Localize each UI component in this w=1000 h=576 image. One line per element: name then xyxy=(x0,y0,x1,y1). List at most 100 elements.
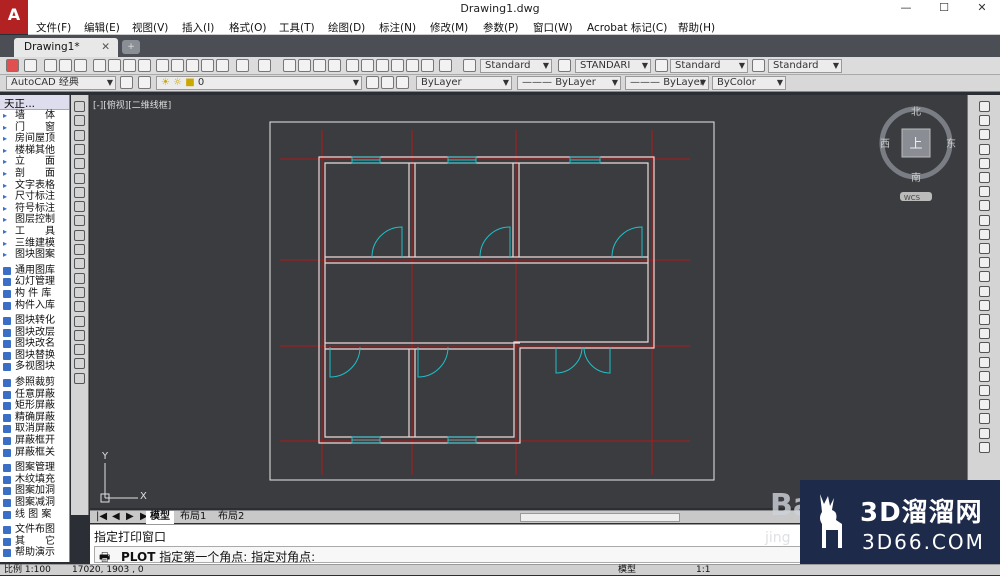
menu-window[interactable]: 窗口(W) xyxy=(533,20,573,35)
help-icon[interactable] xyxy=(439,59,452,72)
add-selected-icon[interactable] xyxy=(74,372,85,384)
join-icon[interactable] xyxy=(979,285,990,297)
panel-item[interactable]: ▸ 图块图案 xyxy=(0,249,69,261)
panel-item[interactable]: 木纹填充 xyxy=(0,474,69,486)
publish-icon[interactable] xyxy=(123,59,136,72)
chamfer-icon[interactable] xyxy=(979,299,990,311)
panel-item[interactable]: 线 图 案 xyxy=(0,509,69,521)
menu-acrobat[interactable]: Acrobat 标记(C) xyxy=(587,20,667,35)
panel-item[interactable]: 通用图库 xyxy=(0,265,69,277)
extend-icon[interactable] xyxy=(979,243,990,254)
panel-item[interactable]: ▸ 符号标注 xyxy=(0,203,69,215)
panel-item[interactable]: ▸ 剖 面 xyxy=(0,168,69,180)
layer-select[interactable]: ☀ ☼ ■ 0 ▼ xyxy=(156,76,362,90)
make-block-icon[interactable] xyxy=(74,272,85,284)
multiline-text-icon[interactable] xyxy=(74,358,85,370)
multileader-style-select[interactable]: Standard ▼ xyxy=(768,59,842,73)
panel-item[interactable]: 其 它 xyxy=(0,536,69,548)
tianzheng-icon[interactable] xyxy=(6,59,19,72)
menu-view[interactable]: 视图(V) xyxy=(132,20,168,35)
break-icon[interactable] xyxy=(979,271,990,283)
panel-item[interactable]: 图块转化 xyxy=(0,315,69,327)
panel-item[interactable]: 帮助演示 xyxy=(0,547,69,559)
point-icon[interactable] xyxy=(74,286,85,298)
panel-item[interactable]: 屏蔽框开 xyxy=(0,435,69,447)
table-style-select[interactable]: Standard ▼ xyxy=(670,59,748,73)
panel-item[interactable]: ▸ 门 窗 xyxy=(0,122,69,134)
text-style-select[interactable]: Standard ▼ xyxy=(480,59,552,73)
match-properties-icon[interactable] xyxy=(201,59,214,72)
lineweight-select[interactable]: ——— ByLayer ▼ xyxy=(625,76,709,90)
menu-edit[interactable]: 编辑(E) xyxy=(84,20,120,35)
menu-tools[interactable]: 工具(T) xyxy=(279,20,315,35)
close-icon[interactable]: ✕ xyxy=(101,41,110,53)
panel-item[interactable]: 图块改名 xyxy=(0,338,69,350)
workspace-settings-icon[interactable] xyxy=(120,76,133,89)
minimize-button[interactable]: — xyxy=(896,1,916,14)
panel-item[interactable]: ▸ 尺寸标注 xyxy=(0,191,69,203)
layer-iso-icon[interactable] xyxy=(979,399,990,411)
layer-freeze-icon[interactable] xyxy=(979,427,990,439)
model-space-button[interactable]: 模型 xyxy=(618,565,636,576)
undo-icon[interactable] xyxy=(236,59,249,72)
panel-item[interactable]: 多视图块 xyxy=(0,361,69,373)
color-select[interactable]: ByLayer ▼ xyxy=(416,76,512,90)
plotstyle-select[interactable]: ByColor ▼ xyxy=(712,76,786,90)
make-current-layer-icon[interactable] xyxy=(366,76,379,89)
redo-icon[interactable] xyxy=(258,59,271,72)
horizontal-scrollbar[interactable] xyxy=(520,513,680,522)
measure-icon[interactable] xyxy=(979,385,990,396)
open-file-icon[interactable] xyxy=(59,59,72,72)
print-preview-icon[interactable] xyxy=(108,59,121,72)
document-tab[interactable]: Drawing1* ✕ xyxy=(14,38,118,57)
panel-item[interactable]: ▸ 三维建模 xyxy=(0,238,69,250)
draw-order-icon[interactable] xyxy=(979,342,990,354)
panel-item[interactable]: 任意屏蔽 xyxy=(0,389,69,401)
zoom-realtime-icon[interactable] xyxy=(298,59,311,72)
trim-icon[interactable] xyxy=(979,228,990,240)
panel-item[interactable]: ▸ 楼梯其他 xyxy=(0,145,69,157)
insert-block-icon[interactable] xyxy=(74,258,85,270)
panel-item[interactable]: ▸ 文字表格 xyxy=(0,180,69,192)
menu-parameter[interactable]: 参数(P) xyxy=(483,20,519,35)
pan-icon[interactable] xyxy=(283,59,296,72)
menu-draw[interactable]: 绘图(D) xyxy=(328,20,365,35)
mirror-icon[interactable] xyxy=(979,129,990,141)
layer-manager-icon[interactable] xyxy=(138,76,151,89)
panel-item[interactable]: 构件入库 xyxy=(0,300,69,312)
copy-icon[interactable] xyxy=(979,115,990,127)
panel-item[interactable]: 矩形屏蔽 xyxy=(0,400,69,412)
layer-previous-icon[interactable] xyxy=(381,76,394,89)
plot-icon[interactable] xyxy=(138,59,151,72)
markup-icon[interactable] xyxy=(406,59,419,72)
panel-item[interactable]: ▸ 工 具 xyxy=(0,226,69,238)
new-file-icon[interactable] xyxy=(44,59,57,72)
menu-modify[interactable]: 修改(M) xyxy=(430,20,468,35)
layer-lock-icon[interactable] xyxy=(979,441,990,453)
new-tab-button[interactable]: + xyxy=(122,40,140,54)
scale-icon[interactable] xyxy=(979,200,990,212)
break-at-point-icon[interactable] xyxy=(979,257,990,269)
rectangle-icon[interactable] xyxy=(74,158,85,170)
ellipse-arc-icon[interactable] xyxy=(74,244,85,255)
design-center-icon[interactable] xyxy=(361,59,374,72)
save-icon[interactable] xyxy=(74,59,87,72)
tab-model[interactable]: 模型 xyxy=(146,511,174,524)
array-icon[interactable] xyxy=(979,157,990,169)
tab-layout2[interactable]: 布局2 xyxy=(214,511,248,524)
panel-item[interactable]: 精确屏蔽 xyxy=(0,412,69,424)
paste-icon[interactable] xyxy=(186,59,199,72)
viewcube[interactable] xyxy=(879,106,953,201)
scale-readout[interactable]: 比例 1:100 xyxy=(4,565,51,576)
tab-layout1[interactable]: 布局1 xyxy=(176,511,210,524)
explode-icon[interactable] xyxy=(979,328,990,340)
panel-item[interactable]: 图案加洞 xyxy=(0,485,69,497)
dim-style-select[interactable]: STANDARI ▼ xyxy=(575,59,651,73)
hatch-icon[interactable] xyxy=(74,301,85,313)
close-button[interactable]: ✕ xyxy=(972,1,992,14)
linetype-select[interactable]: ——— ByLayer ▼ xyxy=(517,76,621,90)
fillet-icon[interactable] xyxy=(979,314,990,325)
sheet-set-icon[interactable] xyxy=(391,59,404,72)
panel-item[interactable]: ▸ 图层控制 xyxy=(0,214,69,226)
drawing-canvas[interactable]: [-][俯视][二维线框] Y X 上 北 南 东 西 WCS xyxy=(90,95,967,508)
